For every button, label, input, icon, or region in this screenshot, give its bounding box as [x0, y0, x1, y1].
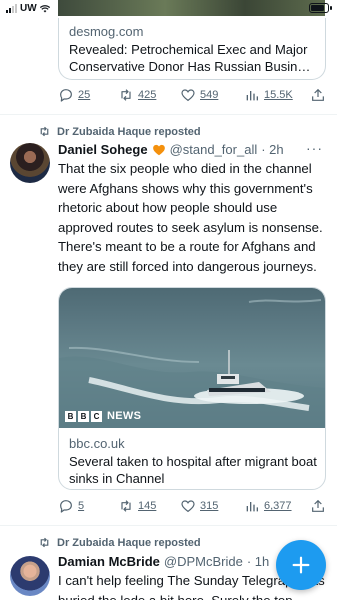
share-button[interactable] — [310, 498, 326, 514]
bbc-news-logo: B B C NEWS — [65, 410, 141, 422]
tweet-divider — [0, 114, 337, 115]
views-count: 6,377 — [264, 500, 292, 512]
repost-label: Dr Zubaida Haque reposted — [57, 536, 201, 549]
tweet-actions: 5 145 315 6,377 — [58, 498, 326, 516]
news-photo: B B C NEWS — [59, 288, 325, 428]
repost-count: 145 — [138, 500, 157, 512]
compose-button[interactable] — [276, 540, 326, 590]
card-title: Several taken to hospital after migrant … — [69, 454, 317, 486]
like-icon — [181, 89, 195, 102]
repost-icon — [121, 500, 131, 512]
bbc-news-word: NEWS — [107, 410, 142, 422]
status-bar: UW — [0, 0, 337, 18]
wifi-icon — [39, 4, 50, 12]
like-count: 315 — [200, 500, 219, 512]
reply-count: 25 — [78, 89, 91, 101]
share-icon — [312, 88, 324, 101]
boat-photo-art — [59, 299, 325, 428]
views-button[interactable]: 6,377 — [244, 498, 292, 514]
author-name[interactable]: Damian McBride — [58, 554, 160, 569]
repost-small-icon — [40, 537, 49, 548]
repost-button[interactable]: 425 — [118, 87, 156, 103]
author-handle[interactable]: @DPMcBride — [164, 554, 243, 569]
repost-label: Dr Zubaida Haque reposted — [57, 125, 201, 138]
bbc-letter-2: B — [78, 410, 89, 422]
tweet-text: That the six people who died in the chan… — [58, 161, 323, 274]
views-count: 15.5K — [264, 89, 293, 101]
battery-icon — [309, 3, 332, 13]
bbc-letter-1: B — [65, 410, 76, 422]
views-icon — [246, 502, 258, 512]
repost-indicator[interactable]: Dr Zubaida Haque reposted — [38, 125, 201, 138]
reply-count: 5 — [78, 500, 85, 512]
author-handle[interactable]: @stand_for_all — [170, 142, 258, 157]
status-right — [309, 3, 332, 13]
share-icon — [312, 499, 324, 512]
heart-badge-icon — [152, 144, 165, 155]
link-card[interactable]: desmog.com Revealed: Petrochemical Exec … — [58, 14, 326, 80]
tweet-time[interactable]: · 1h — [247, 554, 269, 569]
tweet-time[interactable]: · 2h — [261, 142, 283, 157]
author-name[interactable]: Daniel Sohege — [58, 142, 148, 157]
status-left: UW — [6, 3, 50, 14]
reply-button[interactable]: 25 — [58, 87, 90, 103]
repost-small-icon — [40, 126, 49, 137]
like-button[interactable]: 549 — [180, 87, 218, 103]
avatar[interactable] — [10, 143, 50, 183]
avatar[interactable] — [10, 556, 50, 596]
views-icon — [246, 91, 258, 101]
media-card[interactable]: B B C NEWS bbc.co.uk Several taken to ho… — [58, 287, 326, 490]
more-options-button[interactable]: ··· — [306, 140, 323, 156]
repost-icon — [121, 89, 131, 101]
compose-icon — [292, 556, 310, 574]
repost-count: 425 — [138, 89, 157, 101]
repost-button[interactable]: 145 — [118, 498, 156, 514]
reply-icon — [60, 89, 72, 102]
share-button[interactable] — [310, 87, 326, 103]
card-domain: bbc.co.uk — [69, 436, 125, 451]
carrier-label: UW — [20, 3, 37, 14]
tweet-actions: 25 425 549 15.5K — [58, 87, 326, 105]
reply-button[interactable]: 5 — [58, 498, 84, 514]
repost-indicator[interactable]: Dr Zubaida Haque reposted — [38, 536, 201, 549]
reply-icon — [60, 500, 72, 513]
card-domain: desmog.com — [69, 24, 144, 39]
like-button[interactable]: 315 — [180, 498, 218, 514]
tweet-header: Daniel Sohege @stand_for_all · 2h — [58, 142, 284, 157]
bbc-letter-3: C — [91, 410, 102, 422]
views-button[interactable]: 15.5K — [244, 87, 293, 103]
like-count: 549 — [200, 89, 219, 101]
previous-tweet-image[interactable] — [58, 0, 325, 16]
signal-icon — [6, 4, 17, 13]
tweet-divider — [0, 525, 337, 526]
tweet-header: Damian McBride @DPMcBride · 1h — [58, 554, 269, 569]
card-title: Revealed: Petrochemical Exec and Major C… — [69, 42, 311, 74]
like-icon — [181, 500, 195, 513]
